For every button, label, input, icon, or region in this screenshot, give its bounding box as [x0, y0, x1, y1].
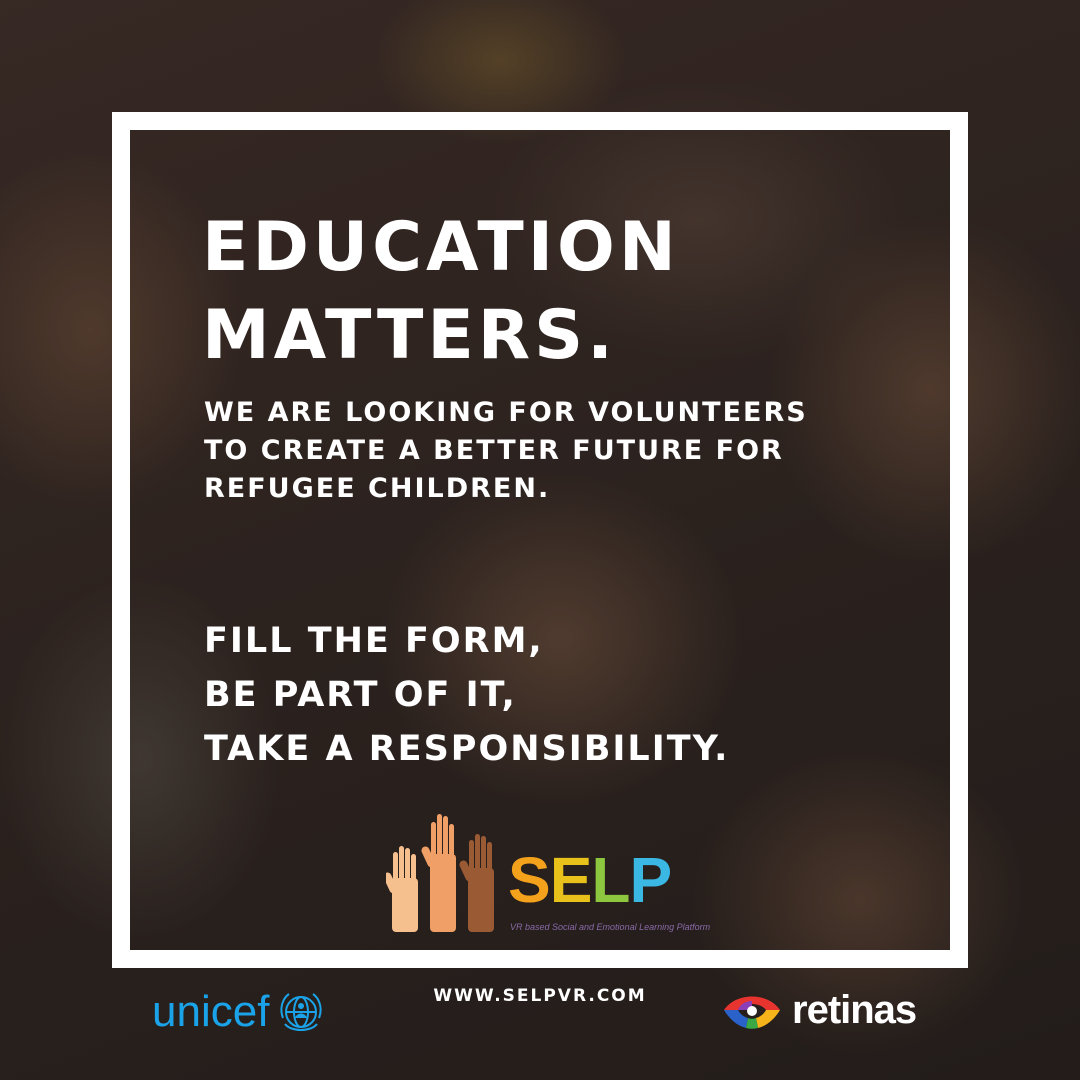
selp-letter-p: P	[629, 844, 672, 916]
retinas-wordmark: retinas	[792, 987, 917, 1032]
selp-wordmark: SELP	[508, 848, 672, 912]
cta-line-1: FILL THE FORM,	[204, 621, 544, 661]
subtext: WE ARE LOOKING FOR VOLUNTEERS TO CREATE …	[204, 394, 808, 508]
subtext-line-2: TO CREATE A BETTER FUTURE FOR	[204, 435, 784, 466]
raised-hands-icon	[386, 814, 494, 932]
retinas-logo: retinas	[722, 984, 917, 1036]
selp-tagline: VR based Social and Emotional Learning P…	[510, 922, 711, 932]
selp-letter-s: S	[508, 844, 551, 916]
headline-line-2: MATTERS.	[202, 296, 617, 375]
cta-line-2: BE PART OF IT,	[204, 675, 517, 715]
subtext-line-1: WE ARE LOOKING FOR VOLUNTEERS	[204, 397, 808, 428]
selp-logo: SELP VR based Social and Emotional Learn…	[386, 812, 716, 942]
subtext-line-3: REFUGEE CHILDREN.	[204, 473, 551, 504]
headline-line-1: EDUCATION	[202, 208, 680, 287]
poster: EDUCATION MATTERS. WE ARE LOOKING FOR VO…	[0, 0, 1080, 1080]
retinas-eye-icon	[724, 996, 780, 1029]
headline: EDUCATION MATTERS.	[202, 204, 680, 380]
selp-letter-l: L	[591, 844, 630, 916]
website-url: WWW.SELPVR.COM	[433, 986, 647, 1006]
cta-line-3: TAKE A RESPONSIBILITY.	[204, 729, 730, 769]
selp-letter-e: E	[549, 844, 593, 916]
call-to-action: FILL THE FORM, BE PART OF IT, TAKE A RES…	[204, 614, 729, 776]
